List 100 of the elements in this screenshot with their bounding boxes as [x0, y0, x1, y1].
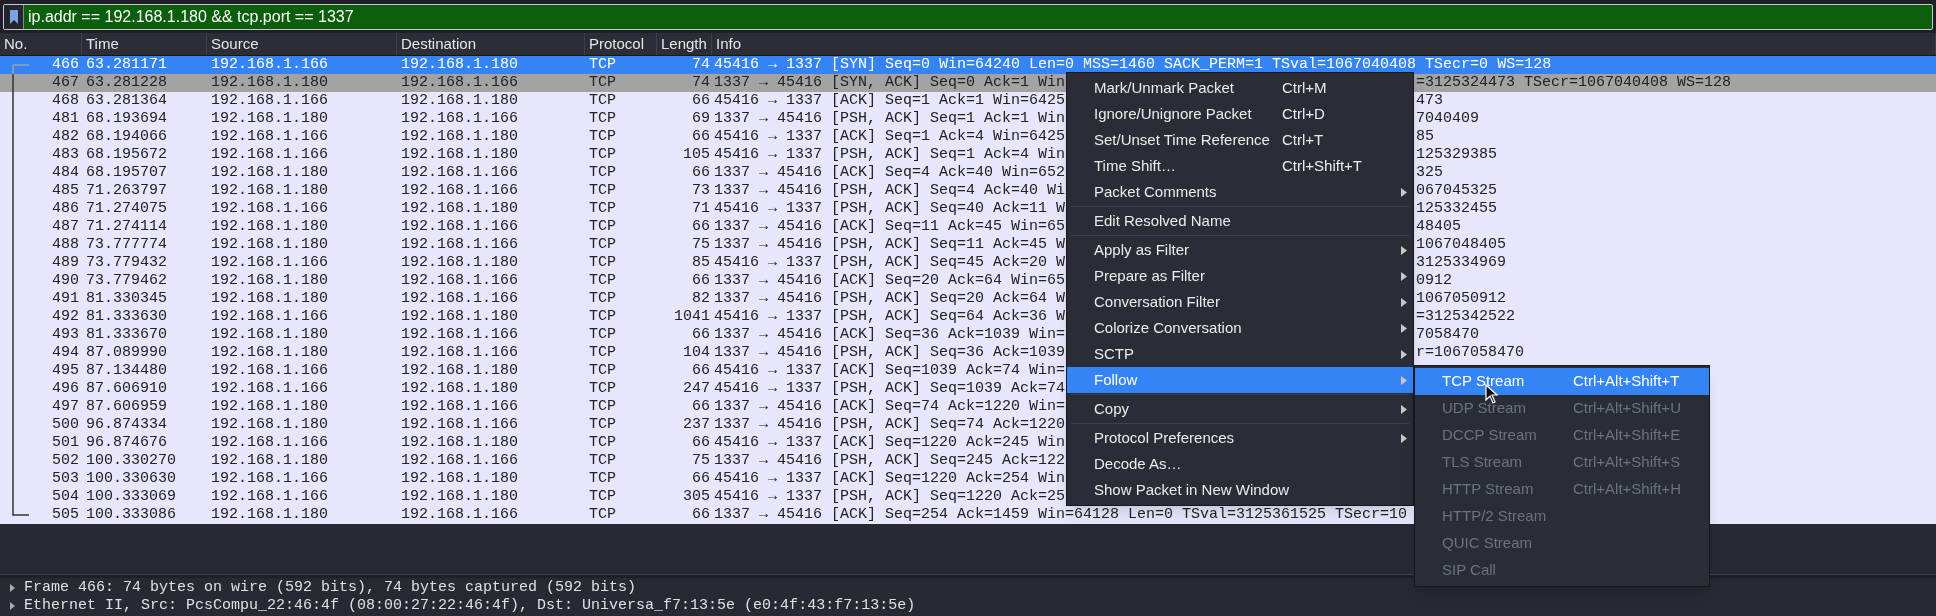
table-cell-text: 192.168.1.166 — [400, 290, 520, 308]
table-cell-text: 45416 → 1337 [ACK] Seq=1220 Ack=245 Win — [713, 434, 1066, 452]
table-cell-text: 192.168.1.180 — [400, 128, 520, 146]
table-cell-text: 1337 → 45416 [PSH, ACK] Seq=245 Ack=122 — [713, 452, 1066, 470]
column-header[interactable]: Time — [82, 33, 207, 55]
menu-item[interactable]: Packet Comments — [1067, 179, 1413, 205]
table-cell-text: 71 — [691, 200, 711, 218]
table-cell-text: 192.168.1.166 — [400, 398, 520, 416]
table-cell-text: 192.168.1.180 — [210, 110, 330, 128]
table-cell: 125329385 — [1416, 146, 1497, 164]
menu-item[interactable]: Colorize Conversation — [1067, 315, 1413, 341]
table-cell-text: 63.281171 — [85, 56, 168, 74]
submenu-arrow-icon — [1401, 433, 1407, 443]
table-cell-text: 96.874676 — [85, 434, 168, 452]
table-cell-text: 73 — [691, 182, 711, 200]
table-cell-text: 192.168.1.180 — [400, 488, 520, 506]
column-header[interactable]: No. — [0, 33, 82, 55]
table-cell-text: 1337 → 45416 [ACK] Seq=36 Ack=1039 Win= — [713, 326, 1066, 344]
table-cell-text: 66 — [691, 218, 711, 236]
table-cell-text: TCP — [588, 272, 617, 290]
table-cell-text: 192.168.1.166 — [210, 92, 330, 110]
table-cell-text: 81.333630 — [85, 308, 168, 326]
table-cell-text: 66 — [691, 326, 711, 344]
table-cell-text: 87.606959 — [85, 398, 168, 416]
table-cell-text: 482 — [51, 128, 80, 146]
menu-item[interactable]: SCTP — [1067, 341, 1413, 367]
table-cell-text: 81.333670 — [85, 326, 168, 344]
menu-item[interactable]: TCP Stream Ctrl+Alt+Shift+T — [1415, 368, 1709, 395]
menu-item[interactable]: Protocol Preferences — [1067, 425, 1413, 451]
table-cell-text: 63.281228 — [85, 74, 168, 92]
table-cell-text: 192.168.1.180 — [400, 470, 520, 488]
menu-item[interactable]: Conversation Filter — [1067, 289, 1413, 315]
menu-item[interactable]: Edit Resolved Name — [1067, 208, 1413, 234]
table-cell-text: 85 — [691, 254, 711, 272]
menu-item[interactable]: Prepare as Filter — [1067, 263, 1413, 289]
table-cell-text: 481 — [51, 110, 80, 128]
table-cell-text: 1337 → 45416 [PSH, ACK] Seq=20 Ack=64 W — [713, 290, 1066, 308]
column-header[interactable]: Protocol — [585, 33, 657, 55]
submenu-arrow-icon — [1401, 349, 1407, 359]
column-header[interactable]: Info — [712, 33, 1936, 55]
bookmark-icon[interactable] — [8, 8, 19, 25]
caret-right-icon[interactable] — [8, 584, 16, 592]
table-cell-text: TCP — [588, 110, 617, 128]
table-cell-text: 66 — [691, 506, 711, 524]
table-cell-text: 483 — [51, 146, 80, 164]
table-cell-text: 492 — [51, 308, 80, 326]
table-cell-text: 192.168.1.180 — [210, 236, 330, 254]
table-cell-text: 192.168.1.180 — [210, 74, 330, 92]
table-cell-text: 45416 → 1337 [PSH, ACK] Seq=64 Ack=36 W — [713, 308, 1066, 326]
table-cell-text: 497 — [51, 398, 80, 416]
table-cell-text: 74 — [691, 74, 711, 92]
tree-item[interactable]: Ethernet II, Src: PcsCompu_22:46:4f (08:00:27:22:46:4f), Dst: Universa_f7:13:5e (e0:4f:43:f7:13:5e) — [0, 597, 1936, 615]
table-cell-text: TCP — [588, 398, 617, 416]
menu-item[interactable]: Follow — [1067, 367, 1413, 393]
table-cell-text: 87.606910 — [85, 380, 168, 398]
table-cell-text: TCP — [588, 488, 617, 506]
table-cell-text: 192.168.1.166 — [400, 236, 520, 254]
menu-item[interactable]: Ignore/Unignore Packet Ctrl+D — [1067, 101, 1413, 127]
table-cell-text: 192.168.1.166 — [400, 326, 520, 344]
menu-item[interactable]: Decode As… — [1067, 451, 1413, 477]
table-cell-text: TCP — [588, 74, 617, 92]
table-cell-text: 1337 → 45416 [ACK] Seq=20 Ack=64 Win=65 — [713, 272, 1066, 290]
table-cell-text: 489 — [51, 254, 80, 272]
menu-item[interactable]: Mark/Unmark Packet Ctrl+M — [1067, 75, 1413, 101]
table-cell-text: 192.168.1.166 — [210, 308, 330, 326]
menu-item[interactable]: Apply as Filter — [1067, 237, 1413, 263]
table-cell: 3125334969 — [1416, 254, 1506, 272]
table-cell: 48405 — [1416, 218, 1461, 236]
table-cell-text: 74 — [691, 56, 711, 74]
submenu-arrow-icon — [1401, 271, 1407, 281]
column-header[interactable]: Length — [657, 33, 712, 55]
table-cell-text: 100.333086 — [85, 506, 177, 524]
column-header[interactable]: Destination — [397, 33, 585, 55]
caret-right-icon[interactable] — [8, 602, 16, 610]
submenu-arrow-icon — [1401, 323, 1407, 333]
table-cell-text: 192.168.1.166 — [400, 344, 520, 362]
table-cell-text: 192.168.1.180 — [400, 92, 520, 110]
table-cell: 325 — [1416, 164, 1443, 182]
menu-item[interactable]: Set/Unset Time Reference Ctrl+T — [1067, 127, 1413, 153]
table-cell-text: 192.168.1.166 — [400, 452, 520, 470]
table-cell-text: TCP — [588, 416, 617, 434]
table-cell-text: 68.193694 — [85, 110, 168, 128]
table-cell-text: 501 — [51, 434, 80, 452]
menu-item[interactable]: Show Packet in New Window — [1067, 477, 1413, 503]
table-cell-text: 68.195707 — [85, 164, 168, 182]
table-cell-text: 192.168.1.166 — [210, 488, 330, 506]
column-header[interactable]: Source — [207, 33, 397, 55]
table-cell-text: 71.263797 — [85, 182, 168, 200]
menu-item[interactable]: Copy — [1067, 396, 1413, 422]
table-cell-text: 192.168.1.166 — [400, 218, 520, 236]
table-cell: 85 — [1416, 128, 1434, 146]
filter-field[interactable]: ip.addr == 192.168.1.180 && tcp.port == 1337 — [3, 3, 1933, 30]
menu-item[interactable]: Time Shift… Ctrl+Shift+T — [1067, 153, 1413, 179]
table-cell-text: 66 — [691, 398, 711, 416]
table-cell-text: TCP — [588, 308, 617, 326]
table-cell-text: 45416 → 1337 [PSH, ACK] Seq=45 Ack=20 W — [713, 254, 1066, 272]
table-cell: 473 — [1416, 92, 1443, 110]
table-cell-text: TCP — [588, 236, 617, 254]
table-cell-text: 192.168.1.180 — [210, 182, 330, 200]
table-cell-text: TCP — [588, 380, 617, 398]
